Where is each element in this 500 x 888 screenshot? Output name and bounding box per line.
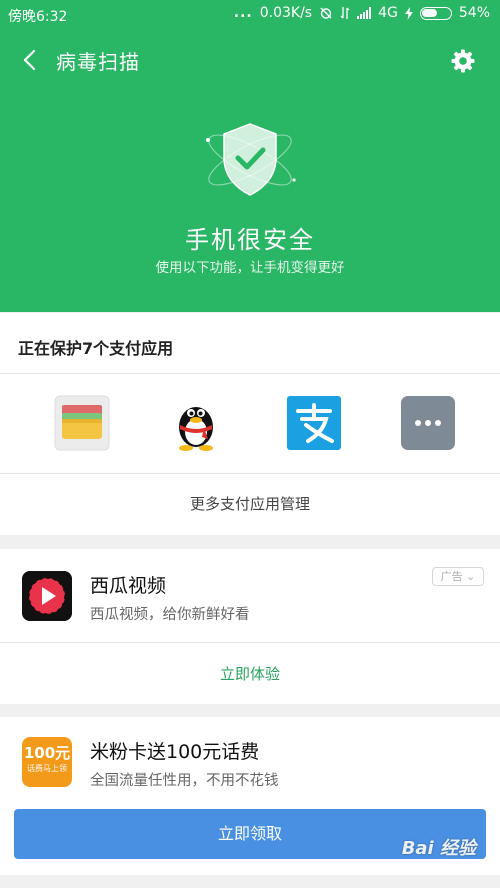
title-bar: 病毒扫描 (0, 40, 500, 82)
chevron-down-icon: ⌄ (466, 570, 476, 583)
divider (0, 373, 500, 374)
network-type: 4G (378, 5, 398, 21)
ad-tag[interactable]: 广告 ⌄ (432, 567, 484, 586)
ad-app-name: 西瓜视频 (90, 575, 167, 597)
more-apps-icon[interactable] (400, 395, 456, 451)
payment-protection-card: 正在保护7个支付应用 更多支付应用管理 (0, 313, 500, 535)
wallet-app-icon[interactable] (54, 395, 110, 451)
payment-title: 正在保护7个支付应用 (18, 339, 174, 358)
promo-icon[interactable]: 100元 话费马上领 (22, 737, 72, 787)
page-title: 病毒扫描 (56, 50, 140, 74)
header: 傍晚6:32 ... 0.03K/s 4G 54% 病毒扫描 手机很安全 使用以… (0, 0, 500, 312)
shield-check-icon (206, 123, 296, 196)
safe-status-title: 手机很安全 (185, 226, 315, 254)
battery-icon (419, 6, 452, 20)
promo-icon-caption: 话费马上领 (27, 764, 67, 773)
divider (0, 473, 500, 474)
alipay-app-icon[interactable] (286, 395, 342, 451)
back-icon[interactable] (18, 46, 42, 74)
divider (0, 642, 500, 643)
qq-app-icon[interactable] (168, 395, 224, 451)
promo-desc: 全国流量任性用，不用不花钱 (90, 773, 279, 789)
charging-icon (404, 6, 413, 20)
ad-app-desc: 西瓜视频，给你新鲜好看 (90, 607, 250, 623)
watermark: Bai 经验 (401, 838, 476, 859)
ad-tag-label: 广告 (440, 570, 463, 583)
ad-card: 西瓜视频 西瓜视频，给你新鲜好看 广告 ⌄ 立即体验 (0, 549, 500, 704)
gear-icon[interactable] (450, 48, 476, 74)
promo-icon-amount: 100元 (23, 744, 71, 762)
status-bar: 傍晚6:32 ... 0.03K/s 4G 54% (0, 0, 500, 30)
payment-manage-link[interactable]: 更多支付应用管理 (0, 493, 500, 514)
signal-icon (357, 7, 372, 19)
promo-title: 米粉卡送100元话费 (90, 741, 260, 763)
status-time: 傍晚6:32 (8, 9, 68, 25)
alarm-off-icon (320, 7, 332, 19)
status-indicators: ... 0.03K/s 4G 54% (234, 5, 490, 21)
xigua-video-icon[interactable] (22, 571, 72, 621)
data-transfer-icon (340, 7, 350, 19)
status-dots: ... (233, 5, 253, 21)
try-now-button[interactable]: 立即体验 (0, 663, 500, 684)
network-speed: 0.03K/s (259, 5, 313, 21)
safe-status-subtitle: 使用以下功能，让手机变得更好 (155, 260, 345, 276)
battery-level: 54% (458, 5, 490, 21)
